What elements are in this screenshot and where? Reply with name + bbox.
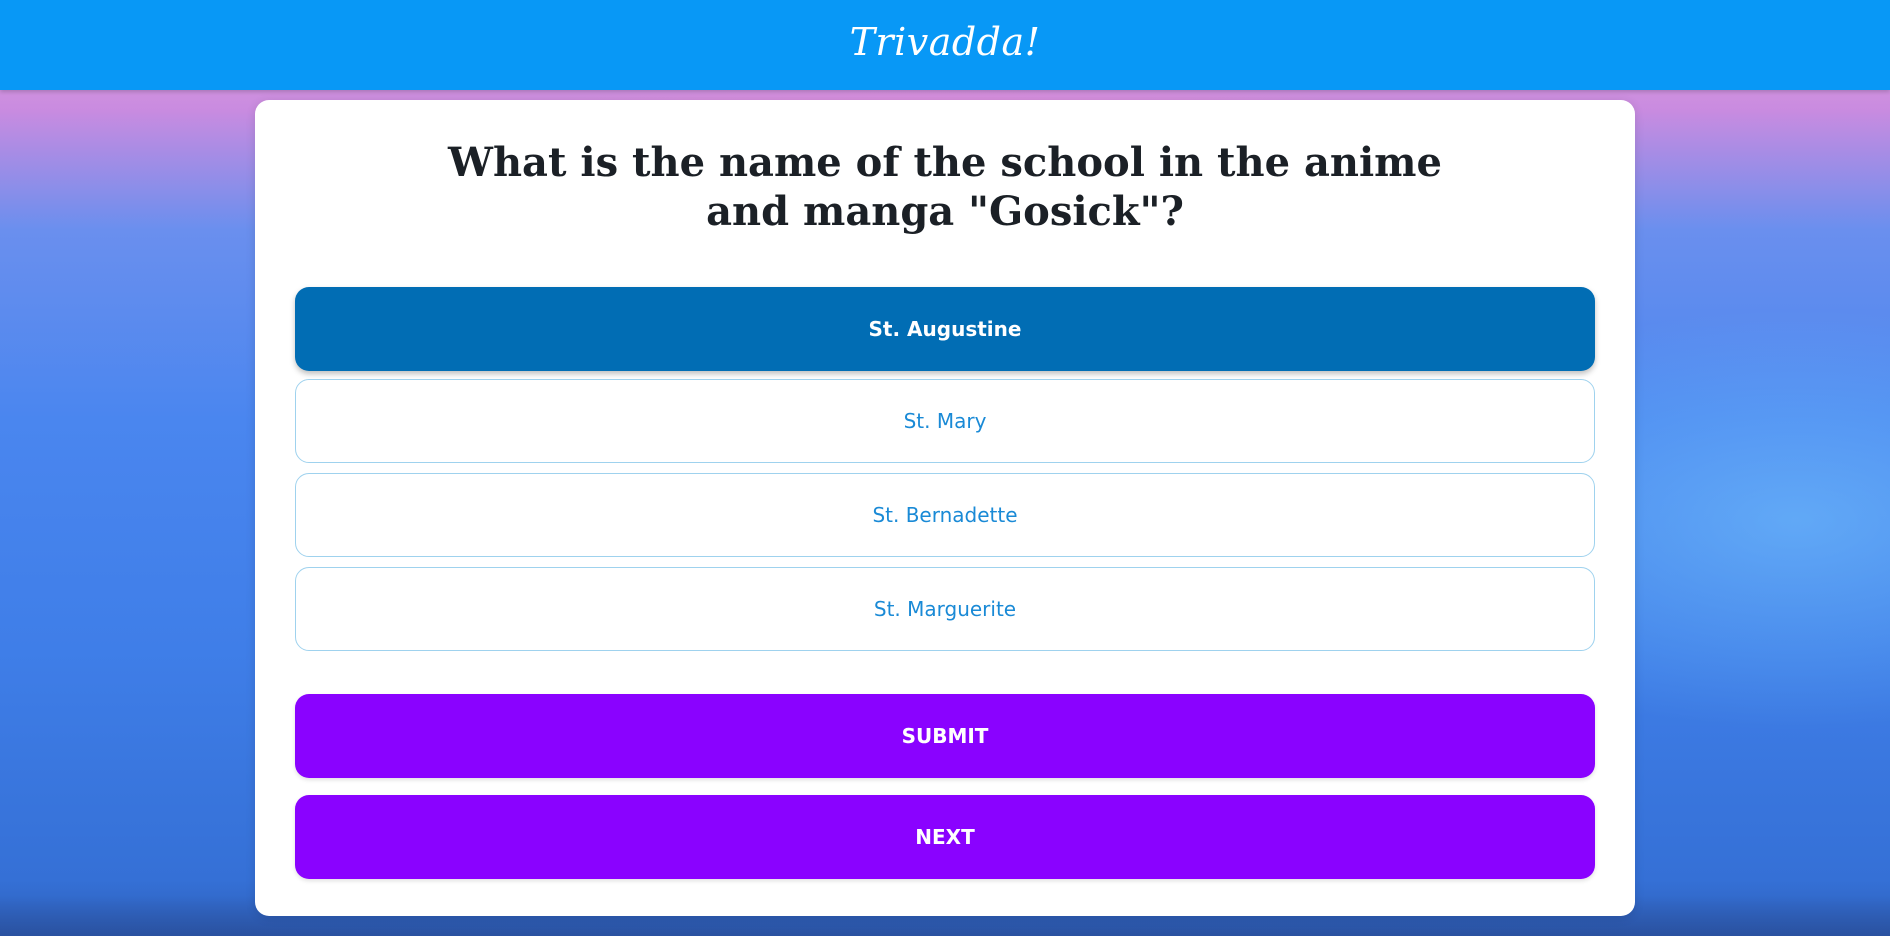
answer-option-2[interactable]: St. Mary [295,379,1595,463]
question-card: What is the name of the school in the an… [255,100,1635,916]
answer-option-1[interactable]: St. Augustine [295,287,1595,371]
top-bar: Trivadda! [0,0,1890,90]
answer-option-label: St. Bernadette [872,503,1018,527]
brand-logo[interactable]: Trivadda! [850,20,1041,64]
answer-option-4[interactable]: St. Marguerite [295,567,1595,651]
question-text: What is the name of the school in the an… [448,139,1442,235]
next-button-label: NEXT [915,825,975,849]
answer-option-label: St. Augustine [868,317,1022,341]
answer-option-label: St. Marguerite [873,597,1017,621]
answer-option-label: St. Mary [903,409,987,433]
answer-option-3[interactable]: St. Bernadette [295,473,1595,557]
submit-button[interactable]: SUBMIT [295,694,1595,778]
next-button[interactable]: NEXT [295,795,1595,879]
submit-button-label: SUBMIT [901,724,989,748]
